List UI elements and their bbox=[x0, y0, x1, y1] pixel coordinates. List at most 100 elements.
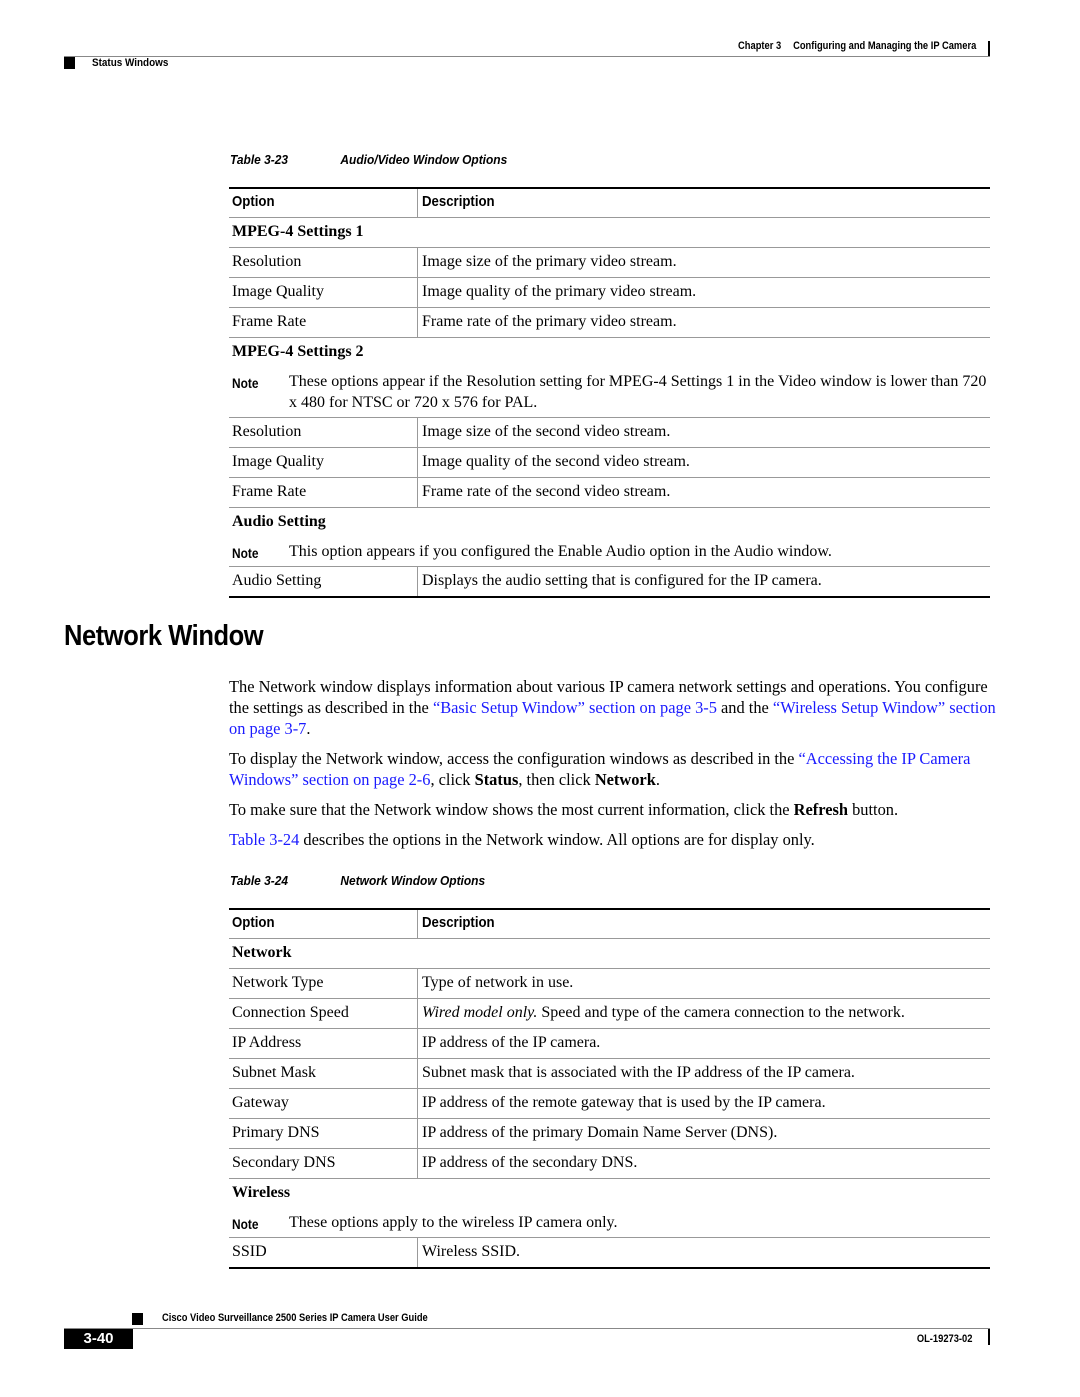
description-cell: Frame rate of the primary video stream. bbox=[422, 313, 677, 330]
table-row: Connection Speed Wired model only. Speed… bbox=[229, 999, 990, 1029]
group-title: Wireless bbox=[232, 1184, 291, 1201]
paragraph-intro: The Network window displays information … bbox=[229, 676, 999, 739]
group-row: Network bbox=[229, 939, 990, 969]
group-title: Audio Setting bbox=[232, 513, 326, 530]
text: , then click bbox=[518, 770, 595, 789]
paragraph-display-instructions: To display the Network window, access th… bbox=[229, 748, 999, 790]
table-header-row: Option Description bbox=[229, 187, 990, 218]
table-row: Primary DNS IP address of the primary Do… bbox=[229, 1119, 990, 1149]
description-cell: Image quality of the second video stream… bbox=[422, 453, 690, 470]
table-row: Audio Setting Displays the audio setting… bbox=[229, 567, 990, 598]
text: To make sure that the Network window sho… bbox=[229, 800, 794, 819]
option-cell: Network Type bbox=[232, 974, 324, 991]
description-cell: Wired model only. Speed and type of the … bbox=[422, 1004, 905, 1022]
option-cell: Resolution bbox=[232, 423, 302, 440]
option-cell: Resolution bbox=[232, 253, 302, 270]
option-cell: Connection Speed bbox=[232, 1004, 349, 1021]
status-term: Status bbox=[474, 770, 519, 789]
table-row: Frame Rate Frame rate of the second vide… bbox=[229, 478, 990, 508]
page-number: 3-40 bbox=[64, 1329, 133, 1349]
description-text: Speed and type of the camera connection … bbox=[537, 1004, 905, 1021]
table-row: Frame Rate Frame rate of the primary vid… bbox=[229, 308, 990, 338]
table-number: Table 3-24 bbox=[230, 873, 289, 888]
option-cell: Audio Setting bbox=[232, 572, 322, 589]
option-cell: Gateway bbox=[232, 1094, 289, 1111]
table-row: Resolution Image size of the primary vid… bbox=[229, 248, 990, 278]
audio-video-options-table: Option Description MPEG-4 Settings 1 Res… bbox=[229, 187, 990, 598]
paragraph-refresh: To make sure that the Network window sho… bbox=[229, 799, 999, 820]
group-row: Audio Setting bbox=[229, 508, 990, 537]
header-square-marker bbox=[64, 57, 75, 69]
table-caption: Table 3-24 Network Window Options bbox=[230, 873, 485, 888]
column-header-description: Description bbox=[422, 914, 495, 931]
table-row: Image Quality Image quality of the secon… bbox=[229, 448, 990, 478]
note-label: Note bbox=[232, 375, 259, 391]
description-cell: Subnet mask that is associated with the … bbox=[422, 1064, 855, 1081]
header-rule bbox=[64, 56, 990, 57]
description-cell: Wireless SSID. bbox=[422, 1243, 521, 1260]
text: and the bbox=[716, 698, 773, 717]
note-block: Note This option appears if you configur… bbox=[229, 537, 990, 567]
description-cell: Image size of the primary video stream. bbox=[422, 253, 677, 270]
table-caption: Table 3-23 Audio/Video Window Options bbox=[230, 152, 507, 167]
description-cell: Image quality of the primary video strea… bbox=[422, 283, 697, 300]
description-cell: Image size of the second video stream. bbox=[422, 423, 671, 440]
table-row: Resolution Image size of the second vide… bbox=[229, 418, 990, 448]
table-3-24-link[interactable]: Table 3-24 bbox=[229, 830, 299, 849]
description-cell: IP address of the secondary DNS. bbox=[422, 1154, 638, 1171]
option-cell: Frame Rate bbox=[232, 313, 307, 330]
option-cell: Secondary DNS bbox=[232, 1154, 336, 1171]
text: To display the Network window, access th… bbox=[229, 749, 799, 768]
refresh-term: Refresh bbox=[793, 800, 848, 819]
guide-title: Cisco Video Surveillance 2500 Series IP … bbox=[162, 1312, 428, 1324]
chapter-label: Chapter 3 bbox=[737, 40, 781, 52]
table-row: Secondary DNS IP address of the secondar… bbox=[229, 1149, 990, 1179]
table-row: Network Type Type of network in use. bbox=[229, 969, 990, 999]
group-row: MPEG-4 Settings 2 bbox=[229, 338, 990, 367]
column-header-option: Option bbox=[232, 914, 275, 931]
column-header-option: Option bbox=[232, 193, 275, 210]
option-cell: Image Quality bbox=[232, 283, 324, 300]
table-row: Gateway IP address of the remote gateway… bbox=[229, 1089, 990, 1119]
note-text: These options apply to the wireless IP c… bbox=[289, 1214, 618, 1231]
note-block: Note These options appear if the Resolut… bbox=[229, 367, 990, 418]
group-title: MPEG-4 Settings 2 bbox=[232, 343, 364, 360]
note-label: Note bbox=[232, 545, 259, 561]
option-cell: Primary DNS bbox=[232, 1124, 320, 1141]
table-header-row: Option Description bbox=[229, 908, 990, 939]
description-cell: IP address of the primary Domain Name Se… bbox=[422, 1124, 778, 1141]
option-cell: SSID bbox=[232, 1243, 267, 1260]
document-number: OL-19273-02 bbox=[916, 1333, 972, 1345]
option-cell: Subnet Mask bbox=[232, 1064, 316, 1081]
text: . bbox=[306, 719, 311, 738]
table-row: IP Address IP address of the IP camera. bbox=[229, 1029, 990, 1059]
group-row: Wireless bbox=[229, 1179, 990, 1208]
text: . bbox=[655, 770, 660, 789]
group-row: MPEG-4 Settings 1 bbox=[229, 218, 990, 248]
table-title: Network Window Options bbox=[340, 873, 486, 888]
note-block: Note These options apply to the wireless… bbox=[229, 1208, 990, 1238]
option-cell: Frame Rate bbox=[232, 483, 307, 500]
section-heading: Network Window bbox=[64, 620, 264, 652]
text: , click bbox=[430, 770, 475, 789]
header-bar-marker bbox=[988, 41, 990, 57]
footer-square-marker bbox=[132, 1313, 143, 1325]
paragraph-table-ref: Table 3-24 describes the options in the … bbox=[229, 829, 999, 850]
description-cell: IP address of the IP camera. bbox=[422, 1034, 601, 1051]
network-term: Network bbox=[594, 770, 656, 789]
description-cell: Displays the audio setting that is confi… bbox=[422, 572, 822, 589]
text: button. bbox=[847, 800, 899, 819]
column-header-description: Description bbox=[422, 193, 495, 210]
note-text: This option appears if you configured th… bbox=[289, 543, 832, 560]
basic-setup-link[interactable]: “Basic Setup Window” section on page 3-5 bbox=[433, 698, 717, 717]
chapter-title: Configuring and Managing the IP Camera bbox=[792, 40, 976, 52]
network-options-table: Option Description Network Network Type … bbox=[229, 908, 990, 1269]
group-title: MPEG-4 Settings 1 bbox=[232, 223, 364, 240]
text: describes the options in the Network win… bbox=[299, 830, 815, 849]
description-cell: Frame rate of the second video stream. bbox=[422, 483, 671, 500]
table-row: Image Quality Image quality of the prima… bbox=[229, 278, 990, 308]
table-number: Table 3-23 bbox=[230, 152, 289, 167]
description-cell: IP address of the remote gateway that is… bbox=[422, 1094, 826, 1111]
option-cell: Image Quality bbox=[232, 453, 324, 470]
table-title: Audio/Video Window Options bbox=[340, 152, 508, 167]
